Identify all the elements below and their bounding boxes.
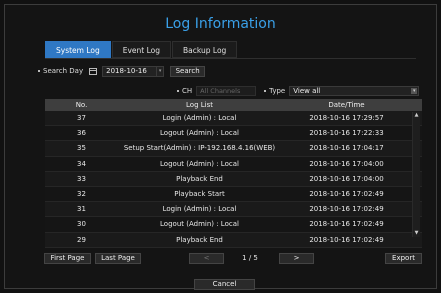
tab-backup-log[interactable]: Backup Log [172, 41, 238, 58]
search-day-label: Search Day [43, 67, 84, 75]
cell-no: 34 [77, 159, 86, 168]
table-header: No. Log List Date/Time [45, 99, 422, 111]
pager: First Page Last Page < 1 / 5 > Export [5, 253, 436, 264]
ch-label: CH [182, 86, 193, 95]
cell-time: 2018-10-16 17:02:49 [309, 235, 384, 244]
bullet-icon [38, 70, 40, 72]
log-tabs: System Log Event Log Backup Log [45, 41, 238, 58]
table-row[interactable]: 32 Playback Start 2018-10-16 17:02:49 [45, 186, 422, 203]
cell-time: 2018-10-16 17:02:49 [309, 220, 384, 229]
cell-no: 37 [77, 114, 86, 122]
header-date-time: Date/Time [328, 101, 365, 109]
header-log-list: Log List [186, 101, 213, 109]
tab-divider [45, 58, 416, 59]
export-button[interactable]: Export [385, 253, 422, 264]
table-row[interactable]: 33 Playback End 2018-10-16 17:04:00 [45, 171, 422, 187]
type-select[interactable]: View all ▾ [289, 85, 420, 96]
cell-no: 30 [77, 220, 86, 229]
cell-no: 35 [77, 144, 86, 153]
cell-no: 32 [77, 189, 86, 198]
channel-select-value: All Channels [200, 86, 241, 95]
log-table: No. Log List Date/Time 37 Login (Admin) … [45, 99, 422, 248]
cell-log: Logout (Admin) : Local [160, 129, 239, 138]
cell-no: 31 [77, 205, 86, 214]
calendar-icon[interactable] [89, 67, 98, 75]
table-row[interactable]: 37 Login (Admin) : Local 2018-10-16 17:2… [45, 111, 422, 127]
scroll-up-icon[interactable]: ▲ [413, 112, 420, 119]
cell-time: 2018-10-16 17:29:57 [309, 114, 384, 122]
cell-time: 2018-10-16 17:22:33 [309, 129, 384, 138]
cell-log: Logout (Admin) : Local [160, 220, 239, 229]
next-page-button[interactable]: > [279, 253, 314, 264]
type-label: Type [269, 86, 286, 95]
tab-event-log[interactable]: Event Log [111, 41, 172, 58]
scroll-down-icon[interactable]: ▼ [413, 230, 420, 237]
search-date-value: 2018-10-16 [106, 66, 147, 75]
cancel-button[interactable]: Cancel [194, 279, 255, 290]
first-page-button[interactable]: First Page [44, 253, 91, 264]
cell-log: Playback Start [174, 189, 225, 198]
cell-time: 2018-10-16 17:02:49 [309, 205, 384, 214]
cell-log: Playback End [176, 174, 223, 183]
cell-log: Setup Start(Admin) : IP-192.168.4.16(WEB… [123, 144, 276, 153]
table-scrollbar[interactable]: ▲ ▼ [412, 112, 420, 237]
cell-time: 2018-10-16 17:04:00 [309, 159, 384, 168]
table-row[interactable]: 34 Logout (Admin) : Local 2018-10-16 17:… [45, 156, 422, 172]
bullet-icon [177, 89, 179, 92]
cell-time: 2018-10-16 17:04:17 [309, 144, 384, 153]
log-information-dialog: Log Information System Log Event Log Bac… [4, 4, 437, 290]
cell-time: 2018-10-16 17:04:00 [309, 174, 384, 183]
table-row[interactable]: 35 Setup Start(Admin) : IP-192.168.4.16(… [45, 141, 422, 157]
search-date-field[interactable]: 2018-10-16 ▾ [102, 65, 165, 77]
type-select-value: View all [293, 86, 321, 95]
cell-log: Login (Admin) : Local [162, 205, 237, 214]
table-row[interactable]: 30 Logout (Admin) : Local 2018-10-16 17:… [45, 217, 422, 233]
page-indicator: 1 / 5 [242, 254, 258, 262]
tab-system-log[interactable]: System Log [45, 41, 111, 58]
prev-page-button[interactable]: < [189, 253, 224, 264]
channel-select: All Channels [196, 85, 257, 96]
header-no: No. [75, 101, 88, 109]
date-dropdown-icon[interactable]: ▾ [156, 66, 163, 76]
cell-no: 29 [77, 235, 86, 244]
dialog-title: Log Information [165, 16, 276, 32]
cell-time: 2018-10-16 17:02:49 [309, 189, 384, 198]
bullet-icon [264, 89, 267, 92]
chevron-down-icon[interactable]: ▾ [411, 87, 418, 94]
table-row[interactable]: 36 Logout (Admin) : Local 2018-10-16 17:… [45, 126, 422, 142]
search-row: Search Day 2018-10-16 ▾ Search [38, 65, 206, 77]
table-row[interactable]: 31 Login (Admin) : Local 2018-10-16 17:0… [45, 202, 422, 218]
cell-log: Playback End [176, 235, 223, 244]
cell-log: Logout (Admin) : Local [160, 159, 239, 168]
table-row[interactable]: 29 Playback End 2018-10-16 17:02:49 [45, 232, 422, 248]
cell-log: Login (Admin) : Local [162, 114, 237, 122]
cell-no: 33 [77, 174, 86, 183]
filter-row: CH All Channels Type View all ▾ [177, 85, 420, 96]
search-button[interactable]: Search [170, 65, 206, 77]
cell-no: 36 [77, 129, 86, 138]
last-page-button[interactable]: Last Page [95, 253, 141, 264]
